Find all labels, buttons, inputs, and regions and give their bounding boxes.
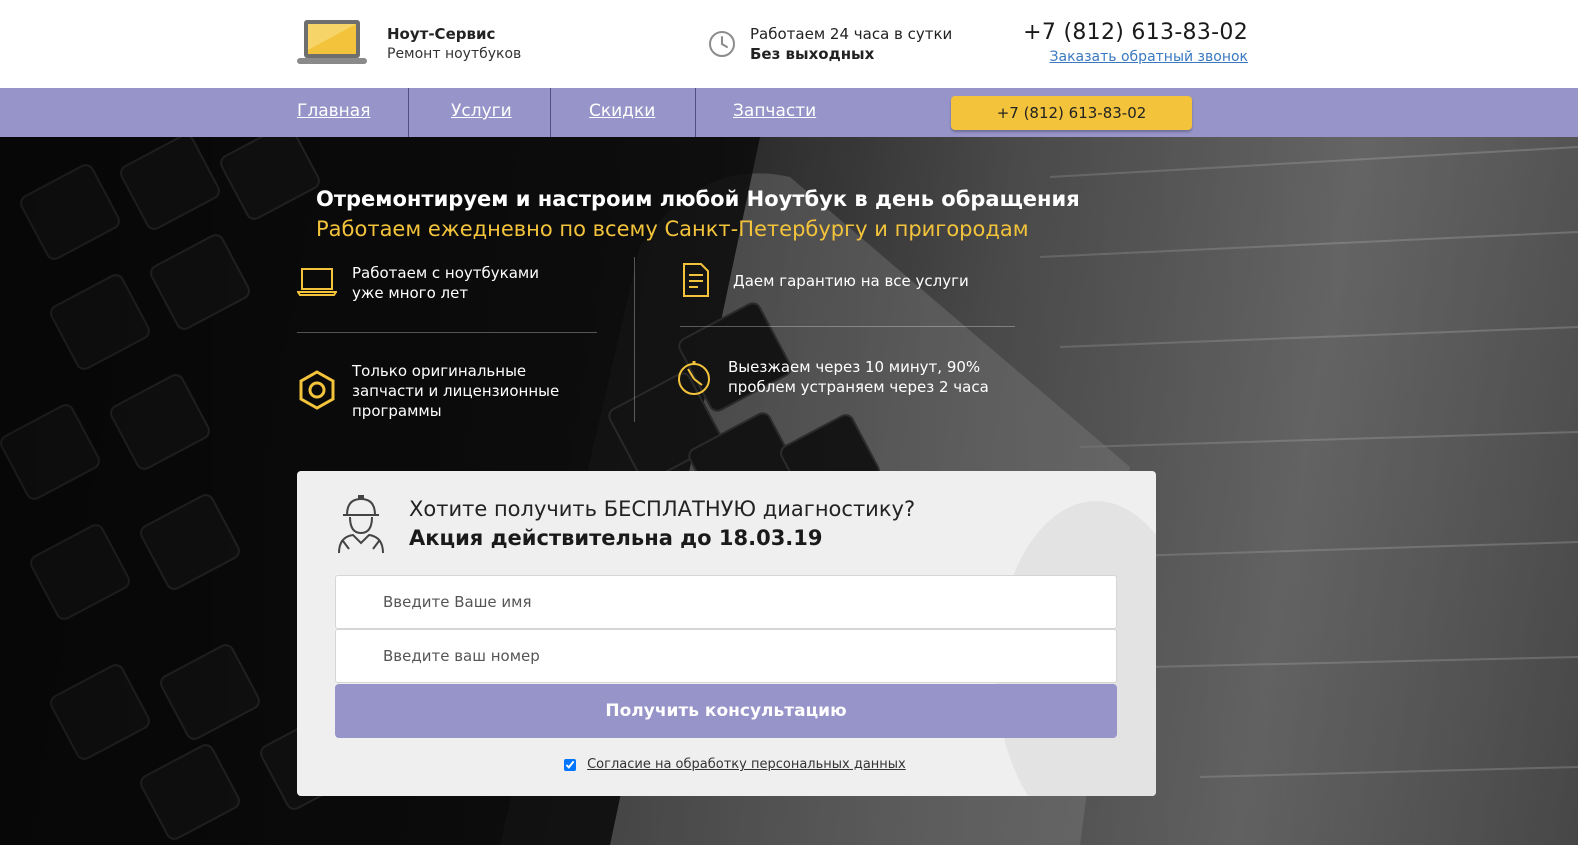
no-days-off: Без выходных — [750, 45, 875, 63]
nav-divider — [550, 88, 551, 137]
nav-parts[interactable]: Запчасти — [733, 88, 816, 137]
consent-link[interactable]: Согласие на обработку персональных данны… — [587, 757, 906, 772]
stopwatch-icon — [678, 361, 710, 395]
site-header: Ноут-Сервис Ремонт ноутбуков Работаем 24… — [0, 0, 1578, 88]
working-hours: Работаем 24 часа в сутки — [750, 25, 953, 43]
name-input[interactable] — [335, 575, 1117, 629]
consent-row: Согласие на обработку персональных данны… — [564, 754, 906, 773]
clock-icon — [709, 31, 735, 57]
form-question: Хотите получить БЕСПЛАТНУЮ диагностику? — [409, 497, 916, 521]
consent-checkbox[interactable] — [564, 758, 576, 771]
hero-section: Отремонтируем и настроим любой Ноутбук в… — [0, 137, 1578, 845]
hex-nut-icon — [299, 370, 335, 410]
phone-input[interactable] — [335, 629, 1117, 683]
nav-divider — [408, 88, 409, 137]
repairman-icon — [338, 495, 384, 554]
nav-divider — [695, 88, 696, 137]
nav-services[interactable]: Услуги — [451, 88, 512, 137]
feature-original-parts: Только оригинальные запчасти и лицензион… — [352, 362, 560, 420]
hero-title: Отремонтируем и настроим любой Ноутбук в… — [316, 187, 1080, 211]
feature-warranty: Даем гарантию на все услуги — [733, 272, 969, 290]
feature-divider — [297, 332, 597, 333]
feature-divider — [680, 326, 1015, 327]
feature-experience: Работаем с ноутбуками уже много лет — [352, 264, 539, 302]
brand-name: Ноут-Сервис — [387, 25, 496, 43]
header-phone[interactable]: +7 (812) 613-83-02 — [1023, 20, 1248, 45]
feature-divider — [634, 257, 635, 422]
callback-link[interactable]: Заказать обратный звонок — [1050, 49, 1248, 65]
get-consultation-button[interactable]: Получить консультацию — [335, 684, 1117, 738]
document-icon — [683, 263, 709, 297]
nav-discounts[interactable]: Скидки — [589, 88, 655, 137]
promo-deadline: Акция действительна до 18.03.19 — [409, 526, 823, 550]
nav-phone-button[interactable]: +7 (812) 613-83-02 — [951, 96, 1192, 130]
brand-tagline: Ремонт ноутбуков — [387, 46, 522, 62]
free-diagnostics-form: Хотите получить БЕСПЛАТНУЮ диагностику? … — [297, 471, 1156, 796]
main-nav: Главная Услуги Скидки Запчасти +7 (812) … — [0, 88, 1578, 137]
hero-subtitle: Работаем ежедневно по всему Санкт-Петерб… — [316, 217, 1029, 241]
laptop-icon — [297, 268, 337, 296]
feature-fast-visit: Выезжаем через 10 минут, 90% проблем уст… — [728, 358, 989, 396]
nav-home[interactable]: Главная — [297, 88, 370, 137]
laptop-logo-icon — [297, 20, 367, 64]
